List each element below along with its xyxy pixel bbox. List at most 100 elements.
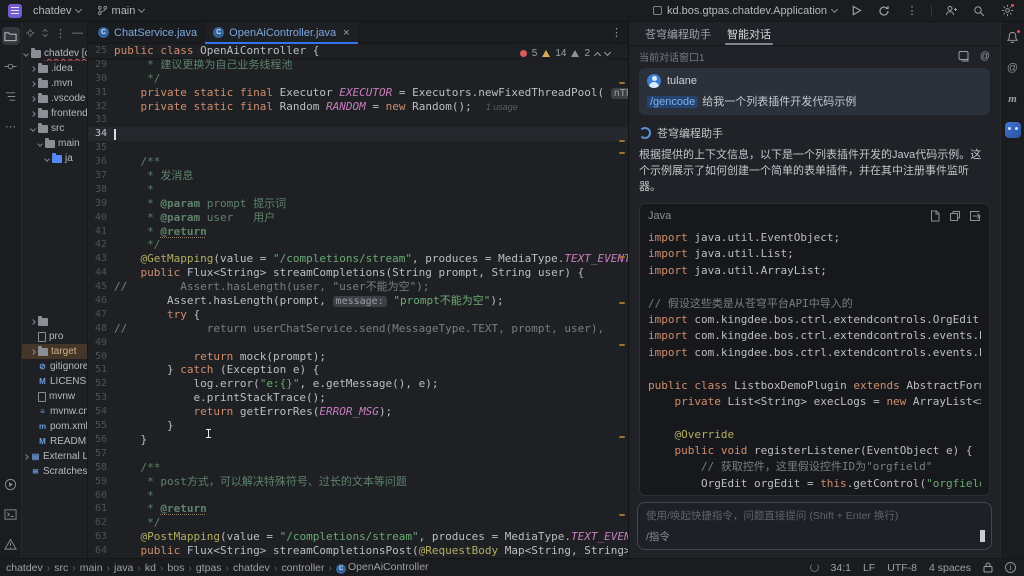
tree-item-pom-xml[interactable]: mpom.xml [22,419,87,434]
more-actions-button[interactable]: ⋮ [903,2,921,20]
code-line[interactable]: 55 } [88,419,628,433]
line-number[interactable]: 54 [88,405,114,419]
search-everywhere-button[interactable] [970,2,988,20]
ai-assistant-toolwindow-button[interactable]: @ [1004,59,1022,77]
breadcrumb-item[interactable]: controller [281,562,324,574]
tree-chevron-icon[interactable] [44,156,50,162]
line-number[interactable]: 56 [88,433,114,447]
chat-input[interactable]: 使用/唤起快捷指令，问题直接提问 (Shift + Enter 换行) /指令 [637,502,992,550]
line-number[interactable]: 30 [88,72,114,86]
line-number[interactable]: 59 [88,475,114,489]
code-line[interactable]: 61 * @return [88,502,628,516]
line-number[interactable]: 52 [88,377,114,391]
line-number[interactable]: 49 [88,336,114,350]
line-number[interactable]: 63 [88,530,114,544]
line-number[interactable]: 37 [88,169,114,183]
project-toolwindow-button[interactable] [2,27,20,45]
tree-item--mvn[interactable]: .mvn [22,76,87,91]
breadcrumb-item[interactable]: main [80,562,103,574]
code-line[interactable]: 31 private static final Executor EXECUTO… [88,86,628,100]
cosmic-plugin-toolwindow-button[interactable] [1004,121,1022,139]
code-line[interactable]: 38 * [88,183,628,197]
breadcrumb-item[interactable]: bos [167,562,184,574]
code-line[interactable]: 54 return getErrorRes(ERROR_MSG); [88,405,628,419]
code-line[interactable]: 43 @GetMapping(value = "/completions/str… [88,252,628,266]
notifications-button[interactable] [1004,28,1022,46]
line-number[interactable]: 46 [88,294,114,308]
line-number[interactable]: 42 [88,238,114,252]
breadcrumb-item[interactable]: java [114,562,133,574]
code-block-body[interactable]: import java.util.EventObject;import java… [640,228,989,495]
line-number[interactable]: 60 [88,489,114,503]
line-number[interactable]: 36 [88,155,114,169]
copy-icon[interactable] [949,210,961,222]
prev-problem-icon[interactable] [594,51,601,58]
code-line[interactable]: 44 public Flux<String> streamCompletions… [88,266,628,280]
file-encoding[interactable]: UTF-8 [887,562,917,574]
tree-item-gitignore[interactable]: ⊘gitignore [22,359,87,374]
usages-hint[interactable]: 1 usage [486,102,518,112]
line-number[interactable]: 53 [88,391,114,405]
tree-item-src[interactable]: src [22,121,87,136]
tree-chevron-icon[interactable] [30,96,36,102]
line-number[interactable]: 38 [88,183,114,197]
code-line[interactable]: 53 e.printStackTrace(); [88,391,628,405]
info-icon[interactable]: i [1005,562,1016,573]
code-line[interactable]: 57 [88,447,628,461]
lock-icon[interactable] [983,562,993,573]
breadcrumb-item[interactable]: chatdev [233,562,270,574]
breadcrumb-item[interactable]: kd [145,562,156,574]
locate-file-icon[interactable] [26,27,35,39]
code-line[interactable]: 48// return userChatService.send(Message… [88,322,628,336]
code-line[interactable]: 56 } [88,433,628,447]
code-line[interactable]: 32 private static final Random RANDOM = … [88,100,628,114]
rerun-button[interactable] [875,2,893,20]
code-line[interactable]: 59 * post方式，可以解决特殊符号、过长的文本等问题 [88,475,628,489]
structure-toolwindow-button[interactable] [2,87,20,105]
line-number[interactable]: 50 [88,350,114,364]
code-line[interactable]: 50 return mock(prompt); [88,350,628,364]
code-line[interactable]: 60 * [88,489,628,503]
commit-toolwindow-button[interactable] [2,57,20,75]
caret-position[interactable]: 34:1 [831,562,851,574]
tab-smart-chat[interactable]: 智能对话 [721,22,777,45]
code-line[interactable]: 47 try { [88,308,628,322]
tree-item-frontend[interactable]: frontend [22,106,87,121]
line-number[interactable]: 31 [88,86,114,100]
line-number[interactable]: 44 [88,266,114,280]
code-line[interactable]: 63 @PostMapping(value = "/completions/st… [88,530,628,544]
line-number[interactable]: 33 [88,113,114,127]
indent-setting[interactable]: 4 spaces [929,562,971,574]
code-line[interactable]: 39 * @param prompt 提示词 [88,197,628,211]
code-line[interactable]: 64 public Flux<String> streamCompletions… [88,544,628,558]
tree-chevron-icon[interactable] [30,319,36,325]
tree-item-scratches-an[interactable]: ≋Scratches an [22,464,87,479]
git-branch-selector[interactable]: main [92,3,150,19]
tree-chevron-icon[interactable] [23,51,29,57]
maven-toolwindow-button[interactable]: m [1004,90,1022,108]
breadcrumb-item[interactable]: src [54,562,68,574]
tree-item-chatdev-ch[interactable]: chatdev [ch [22,46,87,61]
line-separator[interactable]: LF [863,562,875,574]
run-config-selector[interactable]: kd.bos.gtpas.chatdev.Application [653,5,837,17]
line-number[interactable]: 43 [88,252,114,266]
tree-item[interactable] [22,314,87,329]
tab-chatservice[interactable]: C ChatService.java [90,22,205,43]
code-editor[interactable]: 25 public class OpenAiController { 29 * … [88,44,628,558]
line-number[interactable]: 61 [88,502,114,516]
code-line[interactable]: 49 [88,336,628,350]
code-line[interactable]: 33 [88,113,628,127]
conversation-area[interactable]: tulane /gencode给我一个列表插件开发代码示例 苍穹编程助手 根据提… [629,66,1000,496]
line-number[interactable]: 62 [88,516,114,530]
terminal-toolwindow-button[interactable] [2,505,20,523]
line-number[interactable]: 45 [88,280,114,294]
tree-item-license[interactable]: MLICENSE [22,374,87,389]
run-toolwindow-button[interactable] [2,475,20,493]
tree-item-ja[interactable]: ja [22,151,87,166]
line-number[interactable]: 35 [88,141,114,155]
insert-code-icon[interactable] [969,210,981,222]
line-number[interactable]: 57 [88,447,114,461]
project-selector[interactable]: chatdev [28,3,86,19]
code-line[interactable]: 45// Assert.hasLength(user, "user不能为空"); [88,280,628,294]
code-with-me-button[interactable] [942,2,960,20]
